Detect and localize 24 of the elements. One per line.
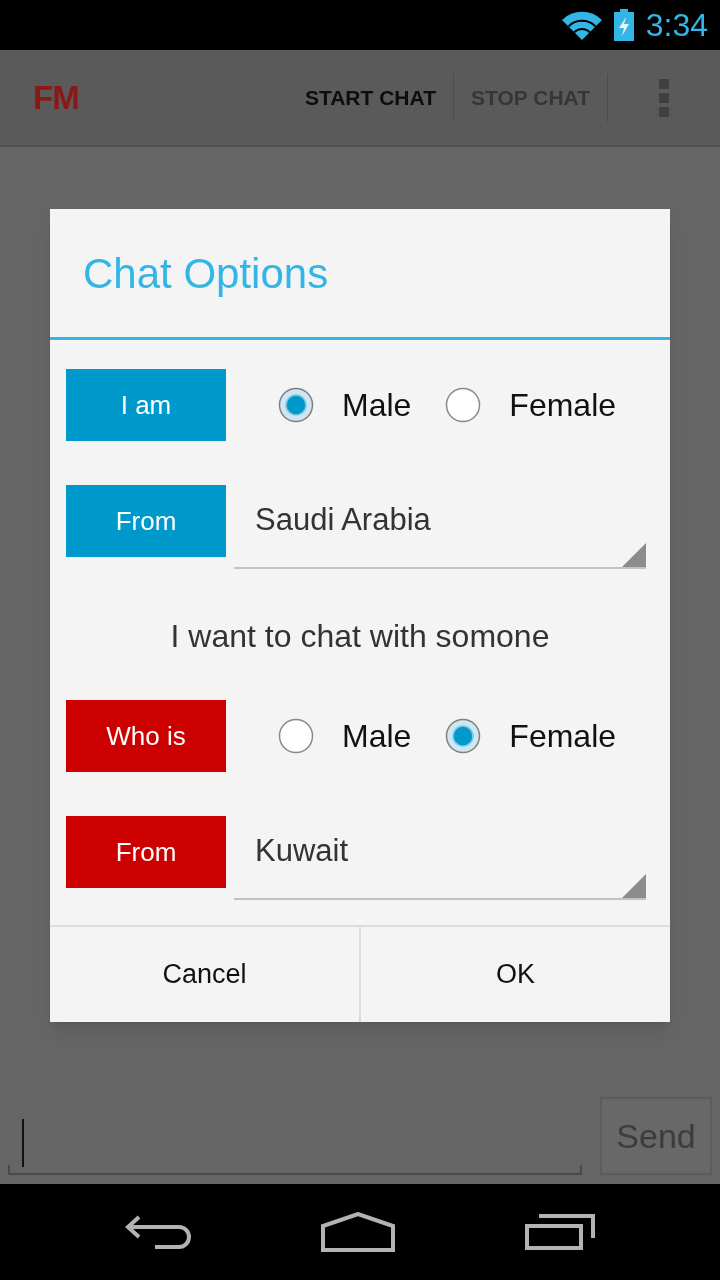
status-time: 3:34 [645,9,708,41]
field-label: I am [66,369,226,441]
field-label: From [66,816,226,888]
wifi-icon [561,10,602,40]
country-dropdown[interactable]: Saudi Arabia [234,485,646,569]
dropdown-corner-icon [622,874,646,898]
recent-apps-icon[interactable] [525,1214,595,1250]
dialog-title: Chat Options [83,248,329,299]
dialog-button[interactable]: OK [359,927,670,1022]
home-icon[interactable] [321,1212,395,1252]
radio-option[interactable]: Male [278,381,412,429]
radio-option[interactable]: Male [278,712,412,760]
country-dropdown[interactable]: Kuwait [234,816,646,900]
dropdown-corner-icon [622,543,646,567]
app-logo: FM [33,77,79,118]
field-label: Who is [66,700,226,772]
prompt-text: I want to chat with somone [169,617,551,656]
radio-option[interactable]: Female [445,381,617,429]
battery-charging-icon [613,9,634,41]
dialog-button[interactable]: Cancel [50,927,359,1022]
overflow-menu-icon [659,78,669,117]
radio-option[interactable]: Female [445,712,617,760]
back-icon[interactable] [125,1215,191,1249]
field-label: From [66,485,226,557]
